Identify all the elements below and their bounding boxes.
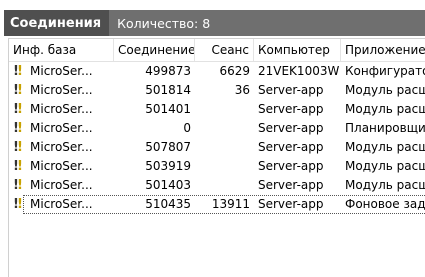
cell-infobase: !! MicroSer...: [9, 62, 114, 81]
cell-connection: 501401: [145, 102, 191, 116]
table-row[interactable]: !! MicroSer... 501814 36 Server-app Модуль ра…: [9, 81, 425, 100]
connection-count-label: Количество:: [117, 15, 199, 31]
cell-application: Модуль расш: [345, 159, 425, 173]
cell-connection: 501814: [145, 83, 191, 97]
cell-application: Модуль расш: [345, 178, 425, 192]
cell-connection: 0: [183, 121, 191, 135]
cell-computer: Server-app: [258, 159, 324, 173]
infobase-name: MicroSer...: [30, 178, 93, 192]
cell-application: Конфигуратор: [345, 64, 425, 78]
infobase-name: MicroSer...: [30, 102, 93, 116]
cell-computer: Server-app: [258, 178, 324, 192]
connections-window: Соединения Количество: 8 Инф. база Соеди…: [0, 0, 425, 277]
column-header-computer[interactable]: Компьютер: [254, 39, 341, 61]
connection-warning-icon: !!: [13, 121, 23, 136]
cell-application: Планировщи: [345, 121, 425, 135]
cell-connection: 501403: [145, 178, 191, 192]
cell-computer: Server-app: [258, 102, 324, 116]
cell-computer: Server-app: [258, 83, 324, 97]
connection-warning-icon: !!: [13, 64, 23, 79]
cell-application: Модуль расш: [345, 83, 425, 97]
connection-warning-icon: !!: [13, 140, 23, 155]
connections-table[interactable]: Инф. база Соединение Сеанс Компьютер При…: [8, 38, 425, 277]
table-row[interactable]: !! MicroSer... 499873 6629 21VEK1003W Конфигу…: [9, 62, 425, 81]
table-row[interactable]: !! MicroSer... 0 Server-app Планировщи: [9, 119, 425, 138]
cell-session: [195, 176, 254, 195]
cell-session: [195, 119, 254, 138]
cell-infobase: !! MicroSer...: [9, 138, 114, 157]
table-row[interactable]: !! MicroSer... 501401 Server-app Модуль расш: [9, 100, 425, 119]
connection-warning-icon: !!: [13, 197, 23, 212]
cell-infobase: !! MicroSer...: [9, 157, 114, 176]
connections-panel-header: Соединения Количество: 8: [4, 10, 425, 36]
table-body: !! MicroSer... 499873 6629 21VEK1003W Конфигу…: [9, 62, 425, 214]
table-header: Инф. база Соединение Сеанс Компьютер При…: [9, 39, 425, 62]
cell-application: Модуль расш: [345, 102, 425, 116]
cell-computer: Server-app: [258, 197, 324, 211]
cell-computer: Server-app: [258, 121, 324, 135]
cell-computer: 21VEK1003W: [258, 64, 340, 78]
cell-session: 36: [234, 83, 250, 97]
connection-warning-icon: !!: [13, 178, 23, 193]
cell-connection: 499873: [145, 64, 191, 78]
infobase-name: MicroSer...: [30, 197, 93, 211]
cell-infobase: !! MicroSer...: [9, 176, 114, 195]
column-header-connection[interactable]: Соединение: [114, 39, 195, 61]
connection-warning-icon: !!: [13, 159, 23, 174]
infobase-name: MicroSer...: [30, 83, 93, 97]
cell-infobase: !! MicroSer...: [9, 81, 114, 100]
infobase-name: MicroSer...: [30, 159, 93, 173]
infobase-name: MicroSer...: [30, 121, 93, 135]
connection-count-value: 8: [202, 15, 211, 31]
column-header-session[interactable]: Сеанс: [195, 39, 254, 61]
cell-infobase: !! MicroSer...: [9, 119, 114, 138]
infobase-name: MicroSer...: [30, 64, 93, 78]
cell-infobase: !! MicroSer...: [9, 100, 114, 119]
connection-warning-icon: !!: [13, 83, 23, 98]
connection-warning-icon: !!: [13, 102, 23, 117]
column-header-application[interactable]: Приложение: [341, 39, 425, 61]
table-row[interactable]: !! MicroSer... 503919 Server-app Модуль расш: [9, 157, 425, 176]
cell-computer: Server-app: [258, 140, 324, 154]
cell-application: Модуль расш: [345, 140, 425, 154]
table-row[interactable]: !! MicroSer... 510435 13911 Server-app Фоново…: [9, 195, 425, 214]
cell-connection: 507807: [145, 140, 191, 154]
column-header-infobase[interactable]: Инф. база: [9, 39, 114, 61]
cell-connection: 503919: [145, 159, 191, 173]
cell-session: 6629: [219, 64, 250, 78]
cell-session: 13911: [211, 197, 250, 211]
panel-title[interactable]: Соединения: [4, 10, 110, 36]
table-row[interactable]: !! MicroSer... 501403 Server-app Модуль расш: [9, 176, 425, 195]
cell-application: Фоновое зада: [345, 197, 425, 211]
cell-session: [195, 100, 254, 119]
cell-session: [195, 138, 254, 157]
infobase-name: MicroSer...: [30, 140, 93, 154]
cell-session: [195, 157, 254, 176]
cell-connection: 510435: [145, 197, 191, 211]
cell-infobase: !! MicroSer...: [9, 195, 114, 214]
table-row[interactable]: !! MicroSer... 507807 Server-app Модуль расш: [9, 138, 425, 157]
